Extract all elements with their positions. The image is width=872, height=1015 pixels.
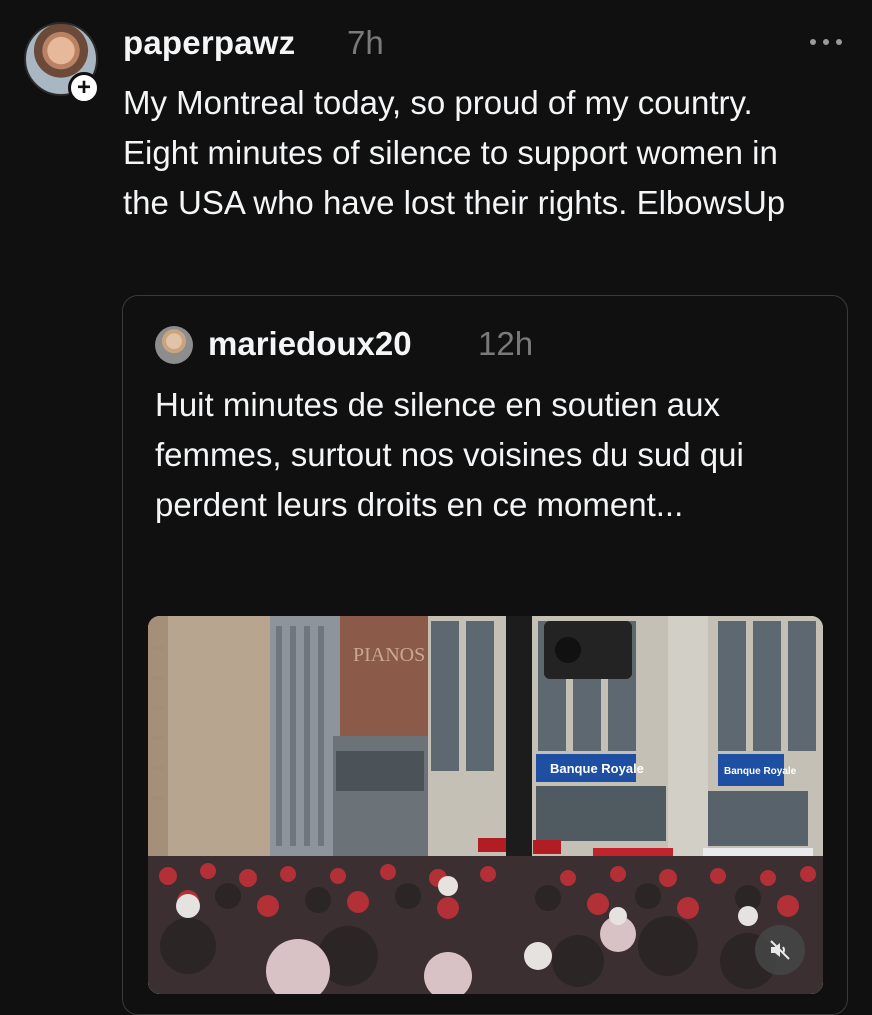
- post-body-text: My Montreal today, so proud of my countr…: [123, 84, 786, 221]
- quoted-author-username[interactable]: mariedoux20: [208, 325, 412, 363]
- pianos-sign: PIANOS: [353, 644, 425, 666]
- bank-sign-right: Banque Royale: [724, 766, 797, 777]
- bank-sign-left: Banque Royale: [550, 761, 644, 776]
- quoted-post-timestamp: 12h: [478, 325, 534, 362]
- quoted-author-avatar[interactable]: [155, 326, 193, 364]
- speaker-muted-icon: [770, 940, 790, 960]
- author-username[interactable]: paperpawz: [123, 24, 295, 62]
- mute-toggle-button[interactable]: [755, 925, 805, 975]
- post-timestamp: 7h: [347, 24, 384, 61]
- follow-plus-icon[interactable]: +: [68, 72, 100, 104]
- quoted-post-video[interactable]: PIANOS Banque Royale Banque Royale: [148, 616, 823, 994]
- crowd-street-scene: PIANOS Banque Royale Banque Royale: [148, 616, 823, 994]
- quoted-post-text: Huit minutes de silence en soutien aux f…: [155, 386, 744, 523]
- more-options-icon[interactable]: [810, 28, 842, 56]
- quoted-post-card[interactable]: mariedoux20 12h Huit minutes de silence …: [122, 295, 848, 1015]
